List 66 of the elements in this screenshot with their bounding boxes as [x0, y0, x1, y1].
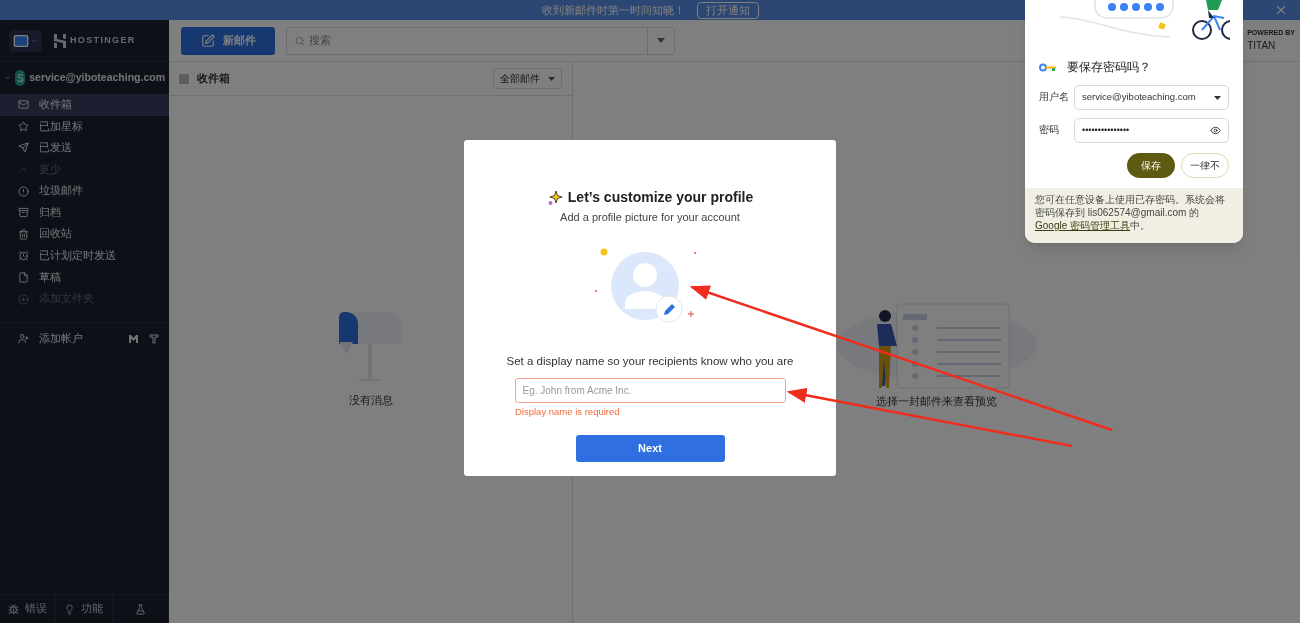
titan-logo: TITAN: [1247, 39, 1276, 54]
brand-name: HOSTINGER: [70, 33, 136, 47]
sync-note: 您可在任意设备上使用已存密码。系统会将密码保存到 lis062574@gmail.com 的 Google 密码管理工具中。: [1035, 193, 1226, 232]
eye-icon[interactable]: [1210, 125, 1221, 136]
empty-list-message: 没有消息: [348, 393, 393, 408]
gmail-icon[interactable]: [128, 334, 139, 344]
compose-button[interactable]: 新邮件: [181, 26, 275, 55]
add-user-icon: [18, 333, 29, 345]
folder-item[interactable]: 已加星标: [0, 115, 169, 138]
username-dropdown[interactable]: service@yiboteaching.com: [1074, 85, 1229, 110]
dialog-title: Let’s customize your profile: [567, 188, 754, 207]
archive-icon: [18, 207, 29, 219]
search-field[interactable]: 搜索: [305, 32, 647, 49]
password-field[interactable]: •••••••••••••••: [1074, 118, 1229, 143]
logo-icon: [54, 33, 66, 48]
folder-item[interactable]: 已发送: [0, 137, 169, 159]
account-email[interactable]: service@yiboteaching.com: [29, 70, 165, 86]
folder-item[interactable]: 回收站: [0, 223, 169, 246]
app-switcher[interactable]: [9, 29, 42, 52]
compose-icon: [200, 33, 215, 48]
dialog-subtitle: Add a profile picture for your account: [560, 210, 740, 225]
select-all-checkbox[interactable]: [179, 73, 189, 84]
validation-error: Display name is required: [515, 404, 620, 419]
alert-icon: [18, 185, 29, 197]
lightbulb-icon: [64, 603, 76, 615]
titan-icon[interactable]: [149, 333, 159, 344]
add-account-link[interactable]: 添加帐户: [39, 331, 118, 347]
search-icon: [295, 35, 305, 46]
mail-icon: [13, 32, 29, 49]
sparkle-icon: [546, 189, 563, 206]
caret-icon[interactable]: [657, 38, 665, 43]
save-button[interactable]: 保存: [1127, 153, 1175, 178]
close-icon[interactable]: [1274, 3, 1288, 17]
search-bar[interactable]: 搜索: [286, 26, 675, 55]
footer-button[interactable]: 错误: [0, 595, 57, 623]
file-icon: [18, 272, 29, 284]
account-avatar: S: [15, 70, 26, 86]
display-name-prompt: Set a display name so your recipients know who you are: [506, 353, 794, 369]
star-icon: [18, 120, 29, 132]
next-button[interactable]: Next: [575, 435, 725, 462]
folder-item[interactable]: 已计划定时发送: [0, 245, 169, 267]
folder-item[interactable]: 归档: [0, 201, 169, 224]
flask-icon: [134, 603, 146, 615]
alarm-clock-icon: [18, 250, 29, 262]
key-icon: [1039, 62, 1057, 72]
enable-notifications-button[interactable]: 打开通知: [696, 1, 759, 19]
password-label: 密码: [1039, 123, 1060, 138]
empty-preview-message: 选择一封邮件来查看预览: [876, 394, 997, 409]
envelope-icon: [18, 99, 29, 111]
bug-icon: [8, 603, 20, 615]
username-label: 用户名: [1039, 90, 1066, 105]
folder-item[interactable]: 草稿: [0, 266, 169, 289]
filter-dropdown[interactable]: 全部邮件: [493, 68, 562, 89]
plus-circle-icon: [18, 293, 29, 305]
folder-title: 收件箱: [197, 70, 231, 86]
caret-icon: [548, 76, 555, 81]
display-name-field[interactable]: Eg. John from Acme Inc.: [514, 377, 786, 403]
mailbox-illustration: [338, 312, 403, 382]
popup-title: 要保存密码吗？: [1067, 59, 1151, 76]
caret-icon: [1214, 95, 1221, 100]
folder-item[interactable]: 垃圾邮件: [0, 180, 169, 202]
trash-icon: [18, 228, 29, 240]
footer-button[interactable]: 功能: [56, 595, 113, 623]
paper-plane-icon: [18, 142, 29, 154]
password-manager-link[interactable]: Google 密码管理工具: [1035, 220, 1131, 231]
folder-item[interactable]: 收件箱: [0, 94, 169, 116]
